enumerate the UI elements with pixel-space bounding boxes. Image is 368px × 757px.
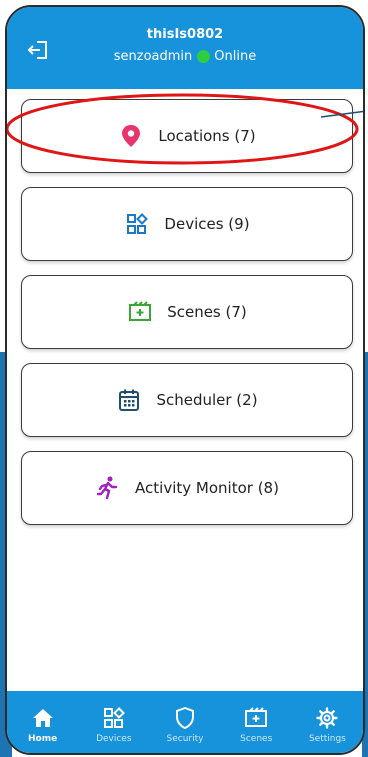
scheduler-label: Scheduler (2) <box>156 391 258 409</box>
status-label: Online <box>214 49 257 64</box>
activity-monitor-label: Activity Monitor (8) <box>135 479 279 497</box>
location-pin-icon <box>118 123 144 149</box>
bottom-navigation: Home Devices Security Scenes Settings <box>7 691 363 753</box>
nav-home[interactable]: Home <box>7 691 78 753</box>
devices-button[interactable]: Devices (9) <box>21 187 353 261</box>
running-person-icon <box>95 475 121 501</box>
nav-security[interactable]: Security <box>149 691 220 753</box>
nav-settings[interactable]: Settings <box>292 691 363 753</box>
nav-devices[interactable]: Devices <box>78 691 149 753</box>
locations-label: Locations (7) <box>158 127 256 145</box>
devices-label: Devices (9) <box>164 215 250 233</box>
scheduler-button[interactable]: Scheduler (2) <box>21 363 353 437</box>
account-name: senzoadmin <box>113 49 193 64</box>
nav-scenes-label: Scenes <box>240 734 273 744</box>
online-status-dot <box>197 50 211 63</box>
nav-devices-label: Devices <box>96 734 132 744</box>
nav-home-label: Home <box>28 734 58 744</box>
screenshot-stage: thisIs0802 senzoadmin Online Locations (… <box>0 0 368 757</box>
app-header: thisIs0802 senzoadmin Online <box>7 7 363 89</box>
devices-grid-icon <box>101 705 127 731</box>
scenes-icon <box>127 299 153 325</box>
shield-icon <box>172 705 198 731</box>
calendar-icon <box>116 387 142 413</box>
scenes-label: Scenes (7) <box>167 303 247 321</box>
nav-settings-label: Settings <box>308 734 346 744</box>
username-label: thisIs0802 <box>146 27 224 42</box>
nav-security-label: Security <box>166 734 204 744</box>
scenes-button[interactable]: Scenes (7) <box>21 275 353 349</box>
locations-button[interactable]: Locations (7) <box>21 99 353 173</box>
scenes-icon <box>243 705 269 731</box>
nav-scenes[interactable]: Scenes <box>221 691 292 753</box>
devices-grid-icon <box>124 211 150 237</box>
account-status: senzoadmin Online <box>7 49 363 64</box>
phone-frame: thisIs0802 senzoadmin Online Locations (… <box>5 5 365 755</box>
home-icon <box>30 705 56 731</box>
gear-icon <box>314 705 340 731</box>
activity-monitor-button[interactable]: Activity Monitor (8) <box>21 451 353 525</box>
home-menu: Locations (7) Devices (9) Scenes (7) Sch… <box>7 89 363 691</box>
